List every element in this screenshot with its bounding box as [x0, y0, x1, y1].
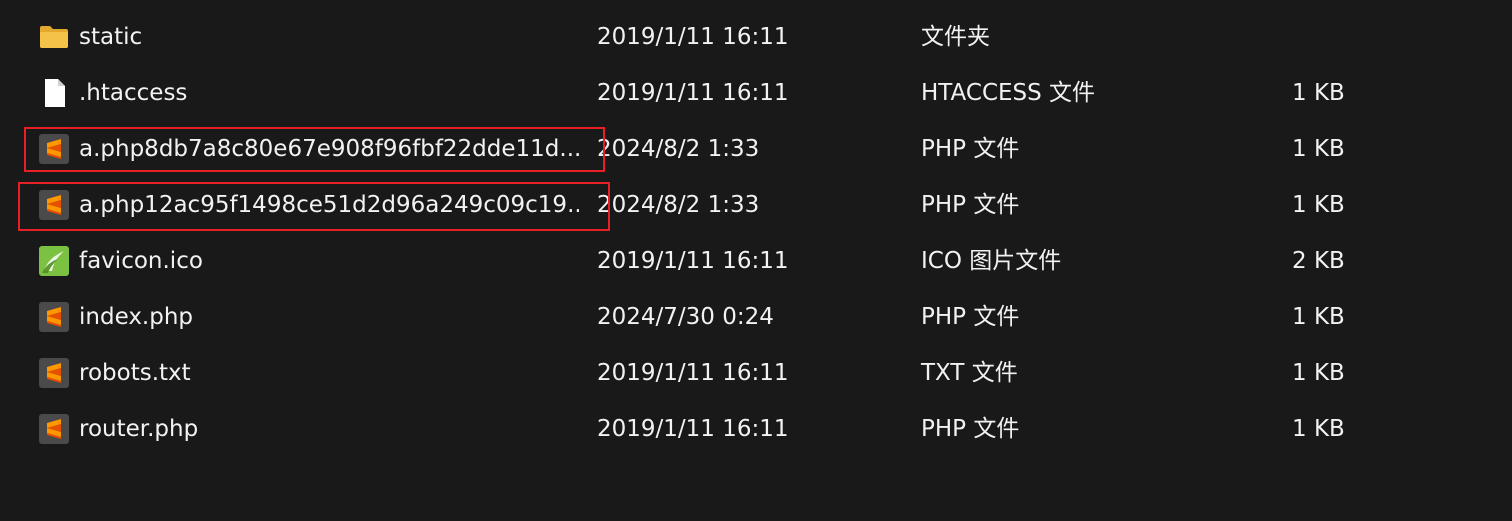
- file-name: index.php: [79, 304, 194, 330]
- file-name: a.php8db7a8c80e67e908f96fbf22dde11d...: [79, 136, 579, 162]
- file-type: PHP 文件: [921, 304, 1020, 330]
- file-type: PHP 文件: [921, 416, 1020, 442]
- favicon-image-icon: [38, 245, 70, 277]
- sublime-text-icon: [38, 413, 70, 445]
- file-size: 1 KB: [1292, 192, 1345, 218]
- sublime-text-icon: [38, 301, 70, 333]
- file-date: 2024/8/2 1:33: [597, 192, 760, 218]
- file-type: PHP 文件: [921, 136, 1020, 162]
- file-date: 2019/1/11 16:11: [597, 24, 789, 50]
- file-type: 文件夹: [921, 24, 990, 50]
- file-name: robots.txt: [79, 360, 191, 386]
- file-type: ICO 图片文件: [921, 248, 1062, 274]
- file-row-favicon[interactable]: favicon.ico 2019/1/11 16:11 ICO 图片文件 2 K…: [0, 233, 1512, 289]
- file-date: 2019/1/11 16:11: [597, 416, 789, 442]
- file-row-router-php[interactable]: router.php 2019/1/11 16:11 PHP 文件 1 KB: [0, 401, 1512, 457]
- file-type: HTACCESS 文件: [921, 80, 1096, 106]
- file-size: 1 KB: [1292, 80, 1345, 106]
- file-name: favicon.ico: [79, 248, 203, 274]
- file-date: 2019/1/11 16:11: [597, 360, 789, 386]
- file-size: 1 KB: [1292, 416, 1345, 442]
- file-name: static: [79, 24, 143, 50]
- file-list: static 2019/1/11 16:11 文件夹 .htaccess 201…: [0, 0, 1512, 521]
- file-date: 2019/1/11 16:11: [597, 80, 789, 106]
- file-row-a-php-2[interactable]: a.php12ac95f1498ce51d2d96a249c09c19... 2…: [0, 177, 1512, 233]
- file-type: PHP 文件: [921, 192, 1020, 218]
- blank-file-icon: [38, 77, 70, 109]
- file-date: 2024/7/30 0:24: [597, 304, 774, 330]
- file-row-robots-txt[interactable]: robots.txt 2019/1/11 16:11 TXT 文件 1 KB: [0, 345, 1512, 401]
- file-name: .htaccess: [79, 80, 188, 106]
- file-size: 1 KB: [1292, 304, 1345, 330]
- sublime-text-icon: [38, 357, 70, 389]
- file-size: 1 KB: [1292, 360, 1345, 386]
- folder-icon: [38, 21, 70, 53]
- file-row-index-php[interactable]: index.php 2024/7/30 0:24 PHP 文件 1 KB: [0, 289, 1512, 345]
- file-row-htaccess[interactable]: .htaccess 2019/1/11 16:11 HTACCESS 文件 1 …: [0, 65, 1512, 121]
- sublime-text-icon: [38, 133, 70, 165]
- file-type: TXT 文件: [921, 360, 1018, 386]
- file-date: 2019/1/11 16:11: [597, 248, 789, 274]
- file-date: 2024/8/2 1:33: [597, 136, 760, 162]
- file-size: 1 KB: [1292, 136, 1345, 162]
- file-row-a-php-1[interactable]: a.php8db7a8c80e67e908f96fbf22dde11d... 2…: [0, 121, 1512, 177]
- file-name: router.php: [79, 416, 199, 442]
- file-name: a.php12ac95f1498ce51d2d96a249c09c19...: [79, 192, 579, 218]
- file-size: 2 KB: [1292, 248, 1345, 274]
- file-row-static[interactable]: static 2019/1/11 16:11 文件夹: [0, 9, 1512, 65]
- sublime-text-icon: [38, 189, 70, 221]
